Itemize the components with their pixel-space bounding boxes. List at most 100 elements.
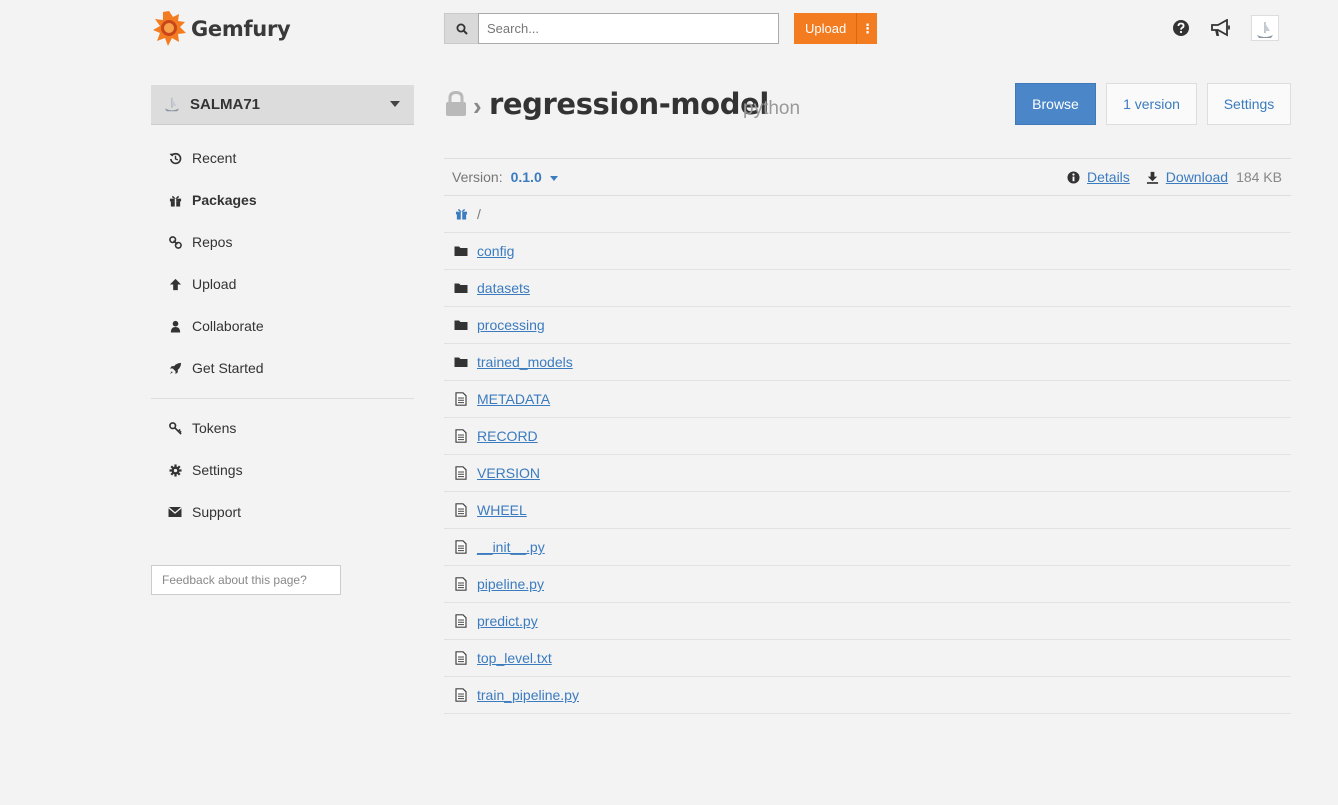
search-bar — [444, 13, 779, 44]
sidebar-item-packages[interactable]: Packages — [151, 179, 414, 221]
version-bar: Version: 0.1.0 Details Download 184 KB — [444, 158, 1291, 196]
package-kind: python — [743, 98, 801, 119]
megaphone-icon[interactable] — [1210, 19, 1231, 37]
sidebar-item-upload[interactable]: Upload — [151, 263, 414, 305]
sidebar-divider — [151, 398, 414, 399]
upload-menu-icon[interactable]: ⋮ — [857, 21, 877, 37]
sidebar-item-label: Get Started — [192, 360, 264, 376]
file-list: / config datasets processing trained_models… — [444, 196, 1291, 714]
file-link[interactable]: top_level.txt — [477, 650, 552, 666]
download-icon — [1146, 171, 1158, 184]
sidebar-item-label: Collaborate — [192, 318, 264, 334]
package-size: 184 KB — [1236, 169, 1282, 185]
file-link[interactable]: __init__.py — [477, 539, 545, 555]
file-row: METADATA — [444, 381, 1291, 418]
folder-link[interactable]: trained_models — [477, 354, 573, 370]
folder-link[interactable]: datasets — [477, 280, 530, 296]
file-list-root: / — [444, 196, 1291, 233]
chevron-down-icon — [390, 101, 400, 107]
sidebar-item-label: Packages — [192, 192, 257, 208]
file-row: VERSION — [444, 455, 1291, 492]
sidebar-nav: Recent Packages Repos Upload Collaborate… — [151, 137, 414, 389]
file-link[interactable]: METADATA — [477, 391, 550, 407]
file-row: datasets — [444, 270, 1291, 307]
folder-icon — [454, 318, 468, 332]
chevron-down-icon[interactable] — [549, 175, 558, 181]
user-icon — [170, 320, 180, 333]
sidebar-item-settings[interactable]: Settings — [151, 449, 414, 491]
file-path: / — [477, 206, 481, 222]
account-name: SALMA71 — [190, 96, 261, 113]
brand-name: Gemfury — [191, 17, 291, 41]
file-icon — [454, 614, 468, 628]
history-icon — [168, 152, 181, 164]
account-avatar-icon — [164, 97, 180, 111]
file-row: top_level.txt — [444, 640, 1291, 677]
rocket-icon — [169, 362, 181, 374]
folder-link[interactable]: processing — [477, 317, 545, 333]
file-link[interactable]: pipeline.py — [477, 576, 544, 592]
file-icon — [454, 466, 468, 480]
file-row: pipeline.py — [444, 566, 1291, 603]
version-label: Version: — [452, 169, 503, 185]
sidebar-item-recent[interactable]: Recent — [151, 137, 414, 179]
file-row: predict.py — [444, 603, 1291, 640]
sidebar-item-repos[interactable]: Repos — [151, 221, 414, 263]
gift-icon — [169, 195, 181, 207]
gemfury-logo-icon — [153, 11, 186, 46]
folder-link[interactable]: config — [477, 243, 514, 259]
sidebar-item-label: Upload — [192, 276, 237, 292]
file-icon — [454, 540, 468, 554]
folder-icon — [454, 355, 468, 369]
file-icon — [454, 429, 468, 443]
file-link[interactable]: predict.py — [477, 613, 538, 629]
sidebar-item-tokens[interactable]: Tokens — [151, 407, 414, 449]
folder-icon — [454, 244, 468, 258]
file-icon — [454, 577, 468, 591]
sidebar-item-label: Settings — [192, 462, 243, 478]
download-link[interactable]: Download — [1166, 169, 1228, 185]
file-link[interactable]: VERSION — [477, 465, 540, 481]
sidebar-item-label: Tokens — [192, 420, 237, 436]
account-selector[interactable]: SALMA71 — [151, 85, 414, 125]
sidebar-item-collaborate[interactable]: Collaborate — [151, 305, 414, 347]
file-link[interactable]: WHEEL — [477, 502, 527, 518]
details-link[interactable]: Details — [1087, 169, 1130, 185]
lock-icon — [446, 91, 466, 116]
upload-button[interactable]: Upload ⋮ — [794, 13, 877, 44]
package-name: regression-model — [489, 87, 769, 121]
upload-arrow-icon — [169, 278, 181, 290]
file-row: train_pipeline.py — [444, 677, 1291, 714]
file-icon — [454, 688, 468, 702]
sidebar-item-support[interactable]: Support — [151, 491, 414, 533]
file-row: processing — [444, 307, 1291, 344]
info-icon — [1067, 170, 1080, 184]
file-icon — [454, 392, 468, 406]
versions-button[interactable]: 1 version — [1106, 83, 1197, 125]
search-button[interactable] — [444, 13, 478, 44]
feedback-input[interactable] — [151, 565, 341, 595]
sidebar-item-label: Support — [192, 504, 242, 520]
search-icon — [456, 23, 468, 35]
envelope-icon — [168, 507, 182, 517]
file-row: RECORD — [444, 418, 1291, 455]
file-row: config — [444, 233, 1291, 270]
avatar-image-icon — [1257, 22, 1273, 38]
file-icon — [454, 503, 468, 517]
package-settings-button[interactable]: Settings — [1207, 83, 1291, 125]
file-link[interactable]: train_pipeline.py — [477, 687, 579, 703]
key-icon — [168, 421, 182, 435]
search-input[interactable] — [478, 13, 779, 44]
file-row: WHEEL — [444, 492, 1291, 529]
repo-link-icon — [168, 235, 182, 249]
sidebar-item-label: Recent — [192, 150, 237, 166]
gear-icon — [168, 463, 182, 477]
sidebar-item-get-started[interactable]: Get Started — [151, 347, 414, 389]
brand-logo[interactable]: Gemfury — [151, 9, 291, 49]
file-link[interactable]: RECORD — [477, 428, 538, 444]
user-avatar[interactable] — [1251, 15, 1279, 41]
browse-button[interactable]: Browse — [1015, 83, 1096, 125]
help-icon[interactable] — [1172, 19, 1190, 37]
package-root-icon[interactable] — [455, 208, 468, 220]
version-selector[interactable]: 0.1.0 — [511, 169, 542, 185]
